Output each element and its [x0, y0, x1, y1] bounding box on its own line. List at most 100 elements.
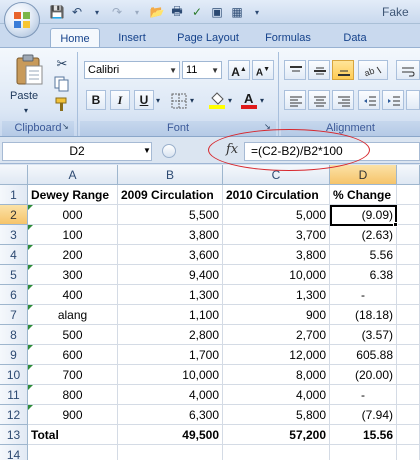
tab-data[interactable]: Data: [338, 28, 372, 48]
cut-icon[interactable]: ✂: [54, 56, 70, 72]
cell-a14[interactable]: [28, 445, 118, 460]
cell-c9[interactable]: 12,000: [223, 345, 330, 365]
row-header[interactable]: 3: [0, 225, 28, 245]
align-center-button[interactable]: [308, 90, 330, 110]
cell-b8[interactable]: 2,800: [118, 325, 223, 345]
paste-dropdown-icon[interactable]: ▾: [24, 106, 28, 115]
select-all-corner[interactable]: [0, 165, 28, 185]
merge-center-button[interactable]: [406, 90, 420, 110]
tab-page-layout[interactable]: Page Layout: [170, 28, 246, 48]
row-header[interactable]: 11: [0, 385, 28, 405]
borders-dropdown-icon[interactable]: ▾: [190, 96, 194, 105]
row-header[interactable]: 6: [0, 285, 28, 305]
cell-e3[interactable]: [397, 225, 420, 245]
italic-button[interactable]: I: [110, 90, 130, 110]
cell-c10[interactable]: 8,000: [223, 365, 330, 385]
cell-c7[interactable]: 900: [223, 305, 330, 325]
cell-e10[interactable]: [397, 365, 420, 385]
cell-e4[interactable]: [397, 245, 420, 265]
cell-b6[interactable]: 1,300: [118, 285, 223, 305]
cell-a2[interactable]: 000: [28, 205, 118, 225]
cell-d3[interactable]: (2.63): [330, 225, 397, 245]
cell-d6[interactable]: -: [330, 285, 397, 305]
cell-c4[interactable]: 3,800: [223, 245, 330, 265]
row-header[interactable]: 8: [0, 325, 28, 345]
cell-a1[interactable]: Dewey Range: [28, 185, 118, 205]
font-launcher-icon[interactable]: ↘: [264, 122, 271, 131]
cell-a5[interactable]: 300: [28, 265, 118, 285]
cell-c11[interactable]: 4,000: [223, 385, 330, 405]
borders-icon[interactable]: [170, 92, 188, 110]
cell-c14[interactable]: [223, 445, 330, 460]
clipboard-launcher-icon[interactable]: ↘: [62, 122, 69, 131]
cell-e12[interactable]: [397, 405, 420, 425]
row-header[interactable]: 9: [0, 345, 28, 365]
cell-e11[interactable]: [397, 385, 420, 405]
shrink-font-button[interactable]: A▼: [252, 60, 274, 80]
redo-icon[interactable]: ↷: [108, 3, 126, 21]
font-color-dropdown-icon[interactable]: ▾: [260, 96, 264, 105]
row-header[interactable]: 2: [0, 205, 28, 225]
cell-b11[interactable]: 4,000: [118, 385, 223, 405]
undo-icon[interactable]: ↶: [68, 3, 86, 21]
cell-d10[interactable]: (20.00): [330, 365, 397, 385]
cell-d1[interactable]: % Change: [330, 185, 397, 205]
cell-c5[interactable]: 10,000: [223, 265, 330, 285]
print-preview-icon[interactable]: 🖶: [168, 3, 186, 21]
cell-d5[interactable]: 6.38: [330, 265, 397, 285]
cell-b9[interactable]: 1,700: [118, 345, 223, 365]
check-icon[interactable]: ✓: [188, 3, 206, 21]
paste-icon[interactable]: [12, 54, 46, 86]
cell-a10[interactable]: 700: [28, 365, 118, 385]
cell-c12[interactable]: 5,800: [223, 405, 330, 425]
fill-color-icon[interactable]: [208, 90, 226, 110]
insert-function-icon[interactable]: fx: [226, 142, 238, 157]
chevron-down-icon[interactable]: ▼: [143, 146, 151, 155]
wrap-text-button[interactable]: [396, 60, 420, 80]
cell-b4[interactable]: 3,600: [118, 245, 223, 265]
tab-formulas[interactable]: Formulas: [260, 28, 316, 48]
top-align-button[interactable]: [284, 60, 306, 80]
cell-c3[interactable]: 3,700: [223, 225, 330, 245]
row-header[interactable]: 1: [0, 185, 28, 205]
cell-d9[interactable]: 605.88: [330, 345, 397, 365]
orientation-button[interactable]: ab: [358, 60, 388, 80]
formula-bar-splitter[interactable]: [162, 144, 176, 158]
cell-b3[interactable]: 3,800: [118, 225, 223, 245]
cell-a13[interactable]: Total: [28, 425, 118, 445]
bottom-align-button[interactable]: [332, 60, 354, 80]
cell-e1[interactable]: [397, 185, 420, 205]
cell-b1[interactable]: 2009 Circulation: [118, 185, 223, 205]
undo-dropdown-icon[interactable]: ▾: [88, 3, 106, 21]
redo-dropdown-icon[interactable]: ▾: [128, 3, 146, 21]
decrease-indent-button[interactable]: [358, 90, 380, 110]
cell-d13[interactable]: 15.56: [330, 425, 397, 445]
cell-e13[interactable]: [397, 425, 420, 445]
cell-d2[interactable]: (9.09): [330, 205, 397, 225]
align-left-button[interactable]: [284, 90, 306, 110]
cell-e5[interactable]: [397, 265, 420, 285]
align-right-button[interactable]: [332, 90, 354, 110]
table-icon[interactable]: ▦: [228, 3, 246, 21]
cell-b10[interactable]: 10,000: [118, 365, 223, 385]
cell-c2[interactable]: 5,000: [223, 205, 330, 225]
cell-b2[interactable]: 5,500: [118, 205, 223, 225]
cell-a12[interactable]: 900: [28, 405, 118, 425]
cell-d14[interactable]: [330, 445, 397, 460]
cell-b12[interactable]: 6,300: [118, 405, 223, 425]
tab-home[interactable]: Home: [50, 28, 100, 48]
name-box[interactable]: D2: [2, 142, 152, 161]
cell-d12[interactable]: (7.94): [330, 405, 397, 425]
cell-a4[interactable]: 200: [28, 245, 118, 265]
cell-d7[interactable]: (18.18): [330, 305, 397, 325]
tab-insert[interactable]: Insert: [110, 28, 154, 48]
row-header[interactable]: 13: [0, 425, 28, 445]
copy-icon[interactable]: [54, 76, 70, 92]
column-header-d[interactable]: D: [330, 165, 397, 185]
cell-b13[interactable]: 49,500: [118, 425, 223, 445]
cell-a3[interactable]: 100: [28, 225, 118, 245]
cell-a6[interactable]: 400: [28, 285, 118, 305]
row-header[interactable]: 14: [0, 445, 28, 460]
row-header[interactable]: 4: [0, 245, 28, 265]
column-header-a[interactable]: A: [28, 165, 118, 185]
